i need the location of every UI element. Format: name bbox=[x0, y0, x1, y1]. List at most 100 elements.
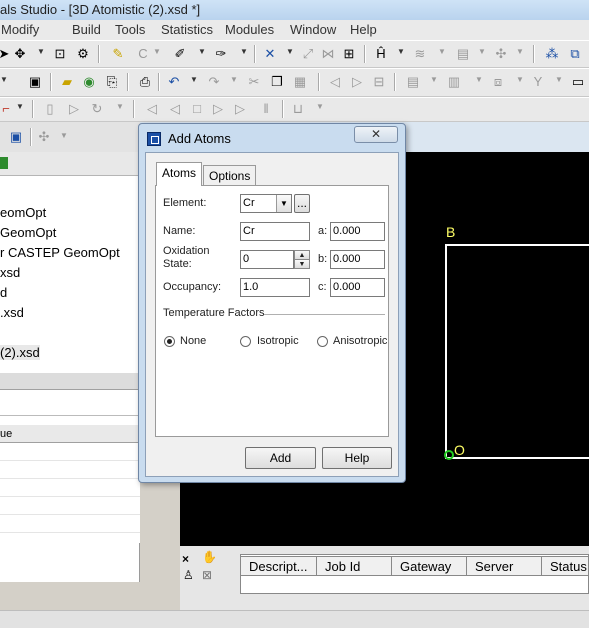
column-header-value[interactable]: ue bbox=[0, 428, 12, 440]
brush-icon[interactable]: ✐ bbox=[172, 46, 188, 62]
fork-icon[interactable]: Y bbox=[530, 74, 546, 90]
hydrogen-icon[interactable]: ⋈ bbox=[320, 46, 336, 62]
chevron-down-icon[interactable]: ▼ bbox=[230, 75, 238, 84]
script-icon[interactable]: ⧉ bbox=[567, 46, 583, 62]
menu-help[interactable]: Help bbox=[350, 22, 377, 37]
frame-icon[interactable]: ⊔ bbox=[290, 101, 306, 117]
chevron-down-icon[interactable]: ▼ bbox=[153, 47, 161, 56]
table-icon[interactable]: ▤ bbox=[405, 74, 421, 90]
help-button[interactable]: Help bbox=[322, 447, 392, 469]
tree-item-selected[interactable]: (2).xsd bbox=[0, 345, 40, 360]
server-icon[interactable]: ⊠ bbox=[202, 568, 212, 582]
chevron-down-icon[interactable]: ▼ bbox=[316, 102, 324, 111]
menu-modules[interactable]: Modules bbox=[225, 22, 274, 37]
radio-anisotropic-label[interactable]: Anisotropic bbox=[333, 335, 387, 347]
doc-icon[interactable]: ▯ bbox=[42, 101, 58, 117]
menu-tools[interactable]: Tools bbox=[115, 22, 145, 37]
paste-icon[interactable]: ▦ bbox=[292, 74, 308, 90]
chevron-down-icon[interactable]: ▼ bbox=[475, 75, 483, 84]
import-icon[interactable]: ◉ bbox=[81, 74, 97, 90]
structure-icon[interactable]: ⁂ bbox=[544, 46, 560, 62]
sketch-icon[interactable]: ✑ bbox=[213, 46, 229, 62]
chevron-down-icon[interactable]: ▼ bbox=[438, 47, 446, 56]
tab-options[interactable]: Options bbox=[203, 165, 257, 185]
last-frame-icon[interactable]: ▷ bbox=[232, 101, 248, 117]
pencil-icon[interactable]: ✎ bbox=[110, 46, 126, 62]
menu-window[interactable]: Window bbox=[290, 22, 336, 37]
window-icon[interactable]: ▭ bbox=[570, 74, 586, 90]
print-icon[interactable]: ⎙ bbox=[137, 74, 153, 90]
undo-icon[interactable]: ↶ bbox=[166, 74, 182, 90]
tree-item[interactable]: xsd bbox=[0, 265, 20, 280]
save-icon[interactable]: ▣ bbox=[27, 74, 43, 90]
radio-none[interactable] bbox=[164, 336, 175, 347]
chevron-down-icon[interactable]: ▼ bbox=[430, 75, 438, 84]
name-field[interactable]: Cr bbox=[240, 222, 310, 241]
bond-icon[interactable]: ⤢ bbox=[300, 46, 316, 62]
tab-atoms[interactable]: Atoms bbox=[156, 162, 203, 186]
step-forward-icon[interactable]: ▷ bbox=[349, 74, 365, 90]
tree-icon[interactable]: ✣ bbox=[36, 129, 52, 145]
chevron-down-icon[interactable]: ▼ bbox=[516, 75, 524, 84]
radio-none-label[interactable]: None bbox=[180, 335, 206, 347]
column-job-id[interactable]: Job Id bbox=[316, 556, 392, 576]
radio-isotropic-label[interactable]: Isotropic bbox=[257, 335, 299, 347]
chevron-down-icon[interactable]: ▼ bbox=[0, 75, 8, 84]
fractional-c-field[interactable]: 0.000 bbox=[330, 278, 385, 297]
grid-icon[interactable]: ⊞ bbox=[341, 46, 357, 62]
copy-icon[interactable]: ❐ bbox=[269, 74, 285, 90]
tree-item[interactable]: d bbox=[0, 285, 7, 300]
chevron-down-icon[interactable]: ▼ bbox=[116, 102, 124, 111]
column-gateway[interactable]: Gateway bbox=[391, 556, 467, 576]
chevron-down-icon[interactable]: ▼ bbox=[60, 131, 68, 140]
menu-modify[interactable]: Modify bbox=[1, 22, 39, 37]
fractional-b-field[interactable]: 0.000 bbox=[330, 250, 385, 269]
chevron-down-icon[interactable]: ▼ bbox=[555, 75, 563, 84]
radio-anisotropic[interactable] bbox=[317, 336, 328, 347]
layer-icon[interactable]: ▤ bbox=[455, 46, 471, 62]
scale-icon[interactable]: ⧈ bbox=[490, 74, 506, 90]
box-select-icon[interactable]: ⊡ bbox=[52, 46, 68, 62]
step-back-icon[interactable]: ◁ bbox=[327, 74, 343, 90]
chevron-down-icon[interactable]: ▼ bbox=[397, 47, 405, 56]
stop-icon[interactable]: □ bbox=[189, 101, 205, 117]
close-button[interactable]: ✕ bbox=[354, 126, 398, 143]
user-icon[interactable]: ♙ bbox=[183, 568, 194, 582]
tree-item[interactable]: GeomOpt bbox=[0, 225, 56, 240]
radio-isotropic[interactable] bbox=[240, 336, 251, 347]
menu-build[interactable]: Build bbox=[72, 22, 101, 37]
settings-icon[interactable]: ⚙ bbox=[75, 46, 91, 62]
tree-item[interactable]: r CASTEP GeomOpt bbox=[0, 245, 120, 260]
surface-icon[interactable]: ≋ bbox=[412, 46, 428, 62]
cell-icon[interactable]: Ĥ bbox=[373, 46, 389, 62]
column-server[interactable]: Server bbox=[466, 556, 542, 576]
menu-statistics[interactable]: Statistics bbox=[161, 22, 213, 37]
browse-element-button[interactable]: ... bbox=[294, 194, 310, 213]
chevron-down-icon[interactable]: ▼ bbox=[240, 47, 248, 56]
chevron-down-icon[interactable]: ▼ bbox=[478, 47, 486, 56]
pin-icon[interactable]: ✋ bbox=[202, 550, 217, 564]
export-icon[interactable]: ⎘ bbox=[104, 74, 120, 90]
chevron-down-icon[interactable]: ▼ bbox=[190, 75, 198, 84]
project-icon[interactable]: ▣ bbox=[8, 129, 24, 145]
chart-icon[interactable]: ▥ bbox=[446, 74, 462, 90]
close-icon[interactable]: × bbox=[182, 552, 189, 566]
chevron-down-icon[interactable]: ▼ bbox=[276, 195, 291, 212]
arrow-icon[interactable]: ➤ bbox=[0, 46, 12, 62]
fractional-a-field[interactable]: 0.000 bbox=[330, 222, 385, 241]
chevron-down-icon[interactable]: ▼ bbox=[37, 47, 45, 56]
next-frame-icon[interactable]: ▷ bbox=[210, 101, 226, 117]
chevron-down-icon[interactable]: ▼ bbox=[16, 102, 24, 111]
spin-down-icon[interactable]: ▼ bbox=[294, 259, 310, 269]
ring-icon[interactable]: C bbox=[135, 46, 151, 62]
first-frame-icon[interactable]: ◁ bbox=[144, 101, 160, 117]
folder-icon[interactable]: ▰ bbox=[59, 74, 75, 90]
add-button[interactable]: Add bbox=[245, 447, 316, 469]
chevron-down-icon[interactable]: ▼ bbox=[516, 47, 524, 56]
prev-frame-icon[interactable]: ◁ bbox=[167, 101, 183, 117]
zoom-icon[interactable]: ⊟ bbox=[371, 74, 387, 90]
properties-filter[interactable] bbox=[0, 398, 140, 416]
redo-icon[interactable]: ↷ bbox=[206, 74, 222, 90]
occupancy-field[interactable]: 1.0 bbox=[240, 278, 310, 297]
play-icon[interactable]: ▷ bbox=[66, 101, 82, 117]
